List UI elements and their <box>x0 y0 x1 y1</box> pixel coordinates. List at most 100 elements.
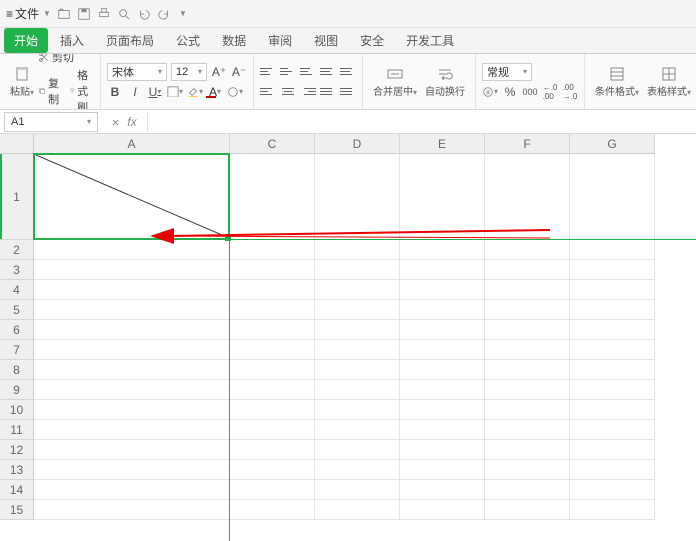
row-header[interactable]: 8 <box>0 360 34 380</box>
column-header[interactable]: D <box>315 134 400 154</box>
comma-icon[interactable]: 000 <box>522 84 538 100</box>
cell[interactable] <box>315 400 400 420</box>
formula-bar[interactable] <box>147 112 696 132</box>
cell[interactable] <box>570 440 655 460</box>
row-header[interactable]: 6 <box>0 320 34 340</box>
cell[interactable] <box>230 340 315 360</box>
cell[interactable] <box>34 500 230 520</box>
cell[interactable] <box>400 400 485 420</box>
row-header[interactable]: 9 <box>0 380 34 400</box>
cell[interactable] <box>400 360 485 380</box>
fx-icon[interactable]: fx <box>127 115 136 129</box>
row-header[interactable]: 14 <box>0 480 34 500</box>
cell[interactable] <box>230 154 315 240</box>
underline-button[interactable]: U▾ <box>147 84 163 100</box>
cell[interactable] <box>400 460 485 480</box>
cell[interactable] <box>34 380 230 400</box>
number-format-select[interactable]: 常规▾ <box>482 63 532 81</box>
save-icon[interactable] <box>77 7 91 21</box>
cell[interactable] <box>315 340 400 360</box>
cell[interactable] <box>230 440 315 460</box>
row-header[interactable]: 2 <box>0 240 34 260</box>
name-box[interactable]: A1 ▾ <box>4 112 98 132</box>
cell[interactable] <box>485 340 570 360</box>
row-header[interactable]: 12 <box>0 440 34 460</box>
cell[interactable] <box>230 420 315 440</box>
phonetic-button[interactable]: ▾ <box>227 84 243 100</box>
cell[interactable] <box>485 400 570 420</box>
column-header[interactable]: F <box>485 134 570 154</box>
cell[interactable] <box>485 420 570 440</box>
tab-home[interactable]: 开始 <box>4 28 48 53</box>
column-header[interactable]: G <box>570 134 655 154</box>
merge-center-button[interactable]: 合并居中▾ <box>369 66 421 98</box>
cell[interactable] <box>570 280 655 300</box>
row-header[interactable]: 11 <box>0 420 34 440</box>
align-center-icon[interactable] <box>280 85 296 99</box>
font-color-button[interactable]: A▾ <box>207 84 223 100</box>
distribute-icon[interactable] <box>340 85 356 99</box>
cell[interactable] <box>230 500 315 520</box>
cell[interactable] <box>400 440 485 460</box>
cut-button[interactable]: 剪切 <box>38 54 94 65</box>
row-header[interactable]: 3 <box>0 260 34 280</box>
cell[interactable] <box>315 260 400 280</box>
cell[interactable] <box>570 340 655 360</box>
cell[interactable] <box>34 280 230 300</box>
cell[interactable] <box>34 420 230 440</box>
cell[interactable] <box>485 360 570 380</box>
tab-data[interactable]: 数据 <box>212 28 256 53</box>
row-header[interactable]: 13 <box>0 460 34 480</box>
cell[interactable] <box>34 260 230 280</box>
cell[interactable] <box>485 154 570 240</box>
cell[interactable] <box>34 460 230 480</box>
cell[interactable] <box>570 380 655 400</box>
cell[interactable] <box>230 380 315 400</box>
cell[interactable] <box>485 500 570 520</box>
cell[interactable] <box>34 340 230 360</box>
cell[interactable] <box>34 320 230 340</box>
cell[interactable] <box>34 360 230 380</box>
cell[interactable] <box>315 154 400 240</box>
cell[interactable] <box>230 400 315 420</box>
cell[interactable] <box>230 280 315 300</box>
print-icon[interactable] <box>97 7 111 21</box>
cell[interactable] <box>485 240 570 260</box>
cell[interactable] <box>570 500 655 520</box>
justify-icon[interactable] <box>320 85 336 99</box>
column-header[interactable]: C <box>230 134 315 154</box>
border-button[interactable]: ▾ <box>167 84 183 100</box>
cell[interactable] <box>570 420 655 440</box>
align-top-icon[interactable] <box>260 65 276 79</box>
increase-font-icon[interactable]: A⁺ <box>211 64 227 80</box>
tab-developer[interactable]: 开发工具 <box>396 28 464 53</box>
cell[interactable] <box>485 280 570 300</box>
preview-icon[interactable] <box>117 7 131 21</box>
cell[interactable] <box>570 260 655 280</box>
cell[interactable] <box>570 360 655 380</box>
increase-decimal-icon[interactable]: ←.0.00 <box>542 84 558 100</box>
cell[interactable] <box>400 480 485 500</box>
decrease-indent-icon[interactable] <box>320 65 336 79</box>
align-bottom-icon[interactable] <box>300 65 316 79</box>
cell[interactable] <box>315 240 400 260</box>
cell[interactable] <box>315 500 400 520</box>
cell[interactable] <box>315 300 400 320</box>
column-header[interactable]: A <box>34 134 230 154</box>
decrease-decimal-icon[interactable]: .00→.0 <box>562 84 578 100</box>
redo-icon[interactable] <box>157 7 171 21</box>
cell[interactable] <box>400 320 485 340</box>
cell[interactable] <box>485 320 570 340</box>
cell[interactable] <box>34 240 230 260</box>
increase-indent-icon[interactable] <box>340 65 356 79</box>
cell[interactable] <box>315 380 400 400</box>
cell[interactable] <box>400 500 485 520</box>
cell[interactable] <box>315 360 400 380</box>
cell[interactable] <box>230 460 315 480</box>
cell[interactable] <box>34 300 230 320</box>
cell[interactable] <box>570 320 655 340</box>
row-header[interactable]: 15 <box>0 500 34 520</box>
cell[interactable] <box>34 480 230 500</box>
table-style-button[interactable]: 表格样式▾ <box>643 66 695 98</box>
copy-button[interactable]: 复制 <box>38 67 63 111</box>
